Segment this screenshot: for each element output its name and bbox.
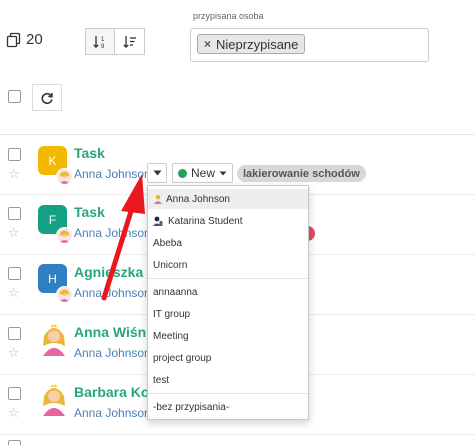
row-checkbox[interactable] [8, 327, 21, 340]
sort-filter-icon [122, 35, 136, 48]
assignee-filter-label: przypisana osoba [193, 11, 264, 21]
star-icon[interactable]: ☆ [8, 346, 20, 359]
task-assignee[interactable]: Anna Johnson [74, 226, 151, 240]
filter-tag-label: Nieprzypisane [216, 36, 299, 52]
dropdown-divider [148, 393, 308, 394]
status-label: New [191, 166, 216, 180]
refresh-icon [41, 92, 53, 104]
star-icon[interactable]: ☆ [8, 226, 20, 239]
dropdown-item-katarina-student[interactable]: Katarina Student [148, 211, 308, 231]
row-checkbox[interactable] [8, 387, 21, 400]
task-count: 20 [6, 31, 43, 48]
task-title[interactable]: Anna Wiśn [74, 324, 146, 340]
star-icon[interactable]: ☆ [8, 406, 20, 419]
assignee-dropdown-toggle[interactable] [147, 163, 167, 183]
assignee-dropdown-menu: Anna Johnson Katarina Student Abeba Unic… [147, 185, 309, 420]
caret-down-icon [153, 170, 161, 176]
row-checkbox[interactable] [8, 207, 21, 220]
task-assignee[interactable]: Anna Johnson [74, 167, 151, 181]
task-title[interactable]: Task [74, 204, 105, 220]
remove-tag-icon[interactable]: × [204, 37, 211, 51]
dropdown-item-meeting[interactable]: Meeting [148, 326, 308, 346]
task-title[interactable]: Agnieszka [74, 264, 143, 280]
svg-text:9: 9 [101, 44, 105, 50]
sort-button-group: 1 9 [85, 28, 145, 55]
task-assignee[interactable]: Anna Johnson [74, 346, 151, 360]
row-checkbox[interactable] [8, 440, 21, 445]
user-icon [153, 216, 163, 226]
user-avatar [56, 286, 73, 303]
dropdown-item-unicorn[interactable]: Unicorn [148, 255, 308, 275]
select-all-checkbox[interactable] [8, 90, 21, 103]
dropdown-item-unassigned[interactable]: -bez przypisania- [148, 397, 308, 417]
dropdown-divider [148, 278, 308, 279]
sort-numeric-button[interactable]: 1 9 [85, 28, 115, 55]
task-title[interactable]: Barbara Ko [74, 384, 149, 400]
assignee-filter-field[interactable]: × Nieprzypisane [190, 28, 429, 62]
dropdown-item-abeba[interactable]: Abeba [148, 233, 308, 253]
status-dropdown-button[interactable]: New [172, 163, 233, 183]
user-avatar [56, 168, 73, 185]
dropdown-item-test[interactable]: test [148, 370, 308, 390]
task-count-value: 20 [26, 31, 43, 48]
row-checkbox[interactable] [8, 267, 21, 280]
princess-avatar-icon [43, 324, 65, 356]
dropdown-item-annaanna[interactable]: annaanna [148, 282, 308, 302]
dropdown-item-project-group[interactable]: project group [148, 348, 308, 368]
task-assignee[interactable]: Anna Johnson [74, 406, 151, 420]
star-icon[interactable]: ☆ [8, 167, 20, 180]
filter-tag: × Nieprzypisane [197, 34, 306, 54]
status-dot-icon [178, 168, 187, 178]
dropdown-item-it-group[interactable]: IT group [148, 304, 308, 324]
dropdown-item-anna-johnson[interactable]: Anna Johnson [148, 189, 308, 209]
copy-icon [6, 32, 21, 47]
caret-down-icon [219, 171, 227, 175]
svg-text:1: 1 [101, 37, 105, 43]
row-checkbox[interactable] [8, 148, 21, 161]
refresh-button[interactable] [32, 84, 62, 111]
task-title[interactable]: Task [74, 145, 105, 161]
task-list-page: 20 1 9 przypisana osoba × Nieprzypisane [0, 0, 475, 445]
princess-avatar-icon [43, 384, 65, 416]
task-assignee[interactable]: Anna Johnson [74, 286, 151, 300]
sort-filter-button[interactable] [115, 28, 145, 55]
user-icon [154, 195, 162, 204]
star-icon[interactable]: ☆ [8, 286, 20, 299]
user-avatar [56, 227, 73, 244]
sort-numeric-icon: 1 9 [93, 35, 105, 50]
task-tag-badge: lakierowanie schodów [237, 165, 366, 182]
